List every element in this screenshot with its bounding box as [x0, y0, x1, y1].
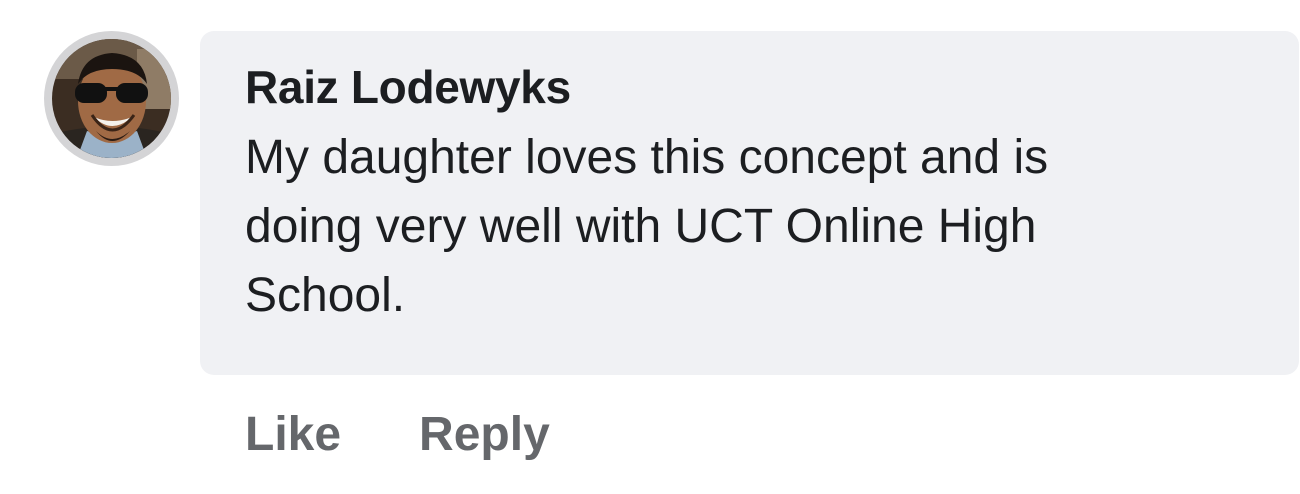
like-button[interactable]: Like — [245, 404, 341, 466]
comment-author[interactable]: Raiz Lodewyks — [245, 57, 1259, 117]
comment-text: My daughter loves this concept and is do… — [245, 131, 1049, 322]
reply-button[interactable]: Reply — [419, 404, 550, 466]
avatar-photo-icon — [52, 39, 171, 158]
comment: Raiz Lodewyks My daughter loves this con… — [0, 0, 1300, 494]
comment-bubble: Raiz Lodewyks My daughter loves this con… — [200, 31, 1299, 375]
comment-actions: Like Reply — [245, 404, 550, 466]
avatar[interactable] — [44, 31, 179, 166]
